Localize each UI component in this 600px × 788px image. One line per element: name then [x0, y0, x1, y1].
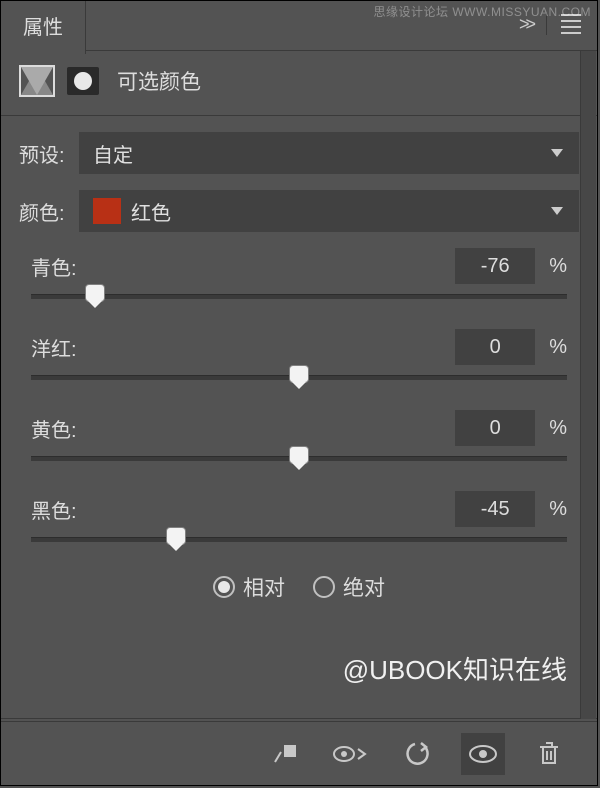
preset-label: 预设: — [19, 139, 79, 168]
unit: % — [549, 336, 567, 359]
color-label: 颜色: — [19, 197, 79, 226]
unit: % — [549, 498, 567, 521]
reset-icon[interactable] — [395, 733, 439, 775]
view-previous-icon[interactable] — [329, 733, 373, 775]
radio-label: 相对 — [243, 572, 285, 602]
slider-black: 黑色: % — [19, 491, 579, 542]
cyan-track[interactable] — [31, 294, 567, 299]
yellow-track[interactable] — [31, 456, 567, 461]
slider-yellow: 黄色: % — [19, 410, 579, 461]
credit-text: @UBOOK知识在线 — [343, 650, 567, 687]
scrollbar[interactable] — [580, 51, 596, 719]
black-track[interactable] — [31, 537, 567, 542]
black-thumb[interactable] — [166, 527, 186, 545]
radio-button — [313, 576, 335, 598]
color-dropdown[interactable]: 红色 — [79, 190, 579, 232]
adjustment-subheader: 可选颜色 — [1, 51, 597, 115]
magenta-label: 洋红: — [31, 333, 77, 362]
unit: % — [549, 417, 567, 440]
preset-dropdown[interactable]: 自定 — [79, 132, 579, 174]
magenta-track[interactable] — [31, 375, 567, 380]
radio-label: 绝对 — [343, 572, 385, 602]
radio-relative[interactable]: 相对 — [213, 572, 285, 602]
slider-magenta: 洋红: % — [19, 329, 579, 380]
black-label: 黑色: — [31, 495, 77, 524]
radio-absolute[interactable]: 绝对 — [313, 572, 385, 602]
yellow-label: 黄色: — [31, 414, 77, 443]
visibility-icon[interactable] — [461, 733, 505, 775]
color-swatch — [93, 198, 121, 224]
trash-icon[interactable] — [527, 733, 571, 775]
adjustment-title: 可选颜色 — [117, 66, 201, 96]
cyan-thumb[interactable] — [85, 284, 105, 302]
adjustment-icon[interactable] — [19, 65, 55, 97]
unit: % — [549, 255, 567, 278]
radio-button — [213, 576, 235, 598]
divider — [1, 718, 597, 719]
cyan-label: 青色: — [31, 252, 77, 281]
watermark: 思缘设计论坛 WWW.MISSYUAN.COM — [374, 3, 592, 20]
slider-cyan: 青色: % — [19, 248, 579, 299]
cyan-input[interactable] — [455, 248, 535, 284]
magenta-input[interactable] — [455, 329, 535, 365]
yellow-thumb[interactable] — [289, 446, 309, 464]
tab-properties[interactable]: 属性 — [1, 1, 86, 54]
yellow-input[interactable] — [455, 410, 535, 446]
black-input[interactable] — [455, 491, 535, 527]
method-radio-group: 相对 绝对 — [19, 572, 579, 602]
panel-footer — [1, 721, 597, 785]
mask-icon[interactable] — [67, 67, 99, 95]
clip-icon[interactable] — [263, 733, 307, 775]
magenta-thumb[interactable] — [289, 365, 309, 383]
color-value: 红色 — [131, 197, 171, 226]
preset-value: 自定 — [93, 139, 133, 168]
